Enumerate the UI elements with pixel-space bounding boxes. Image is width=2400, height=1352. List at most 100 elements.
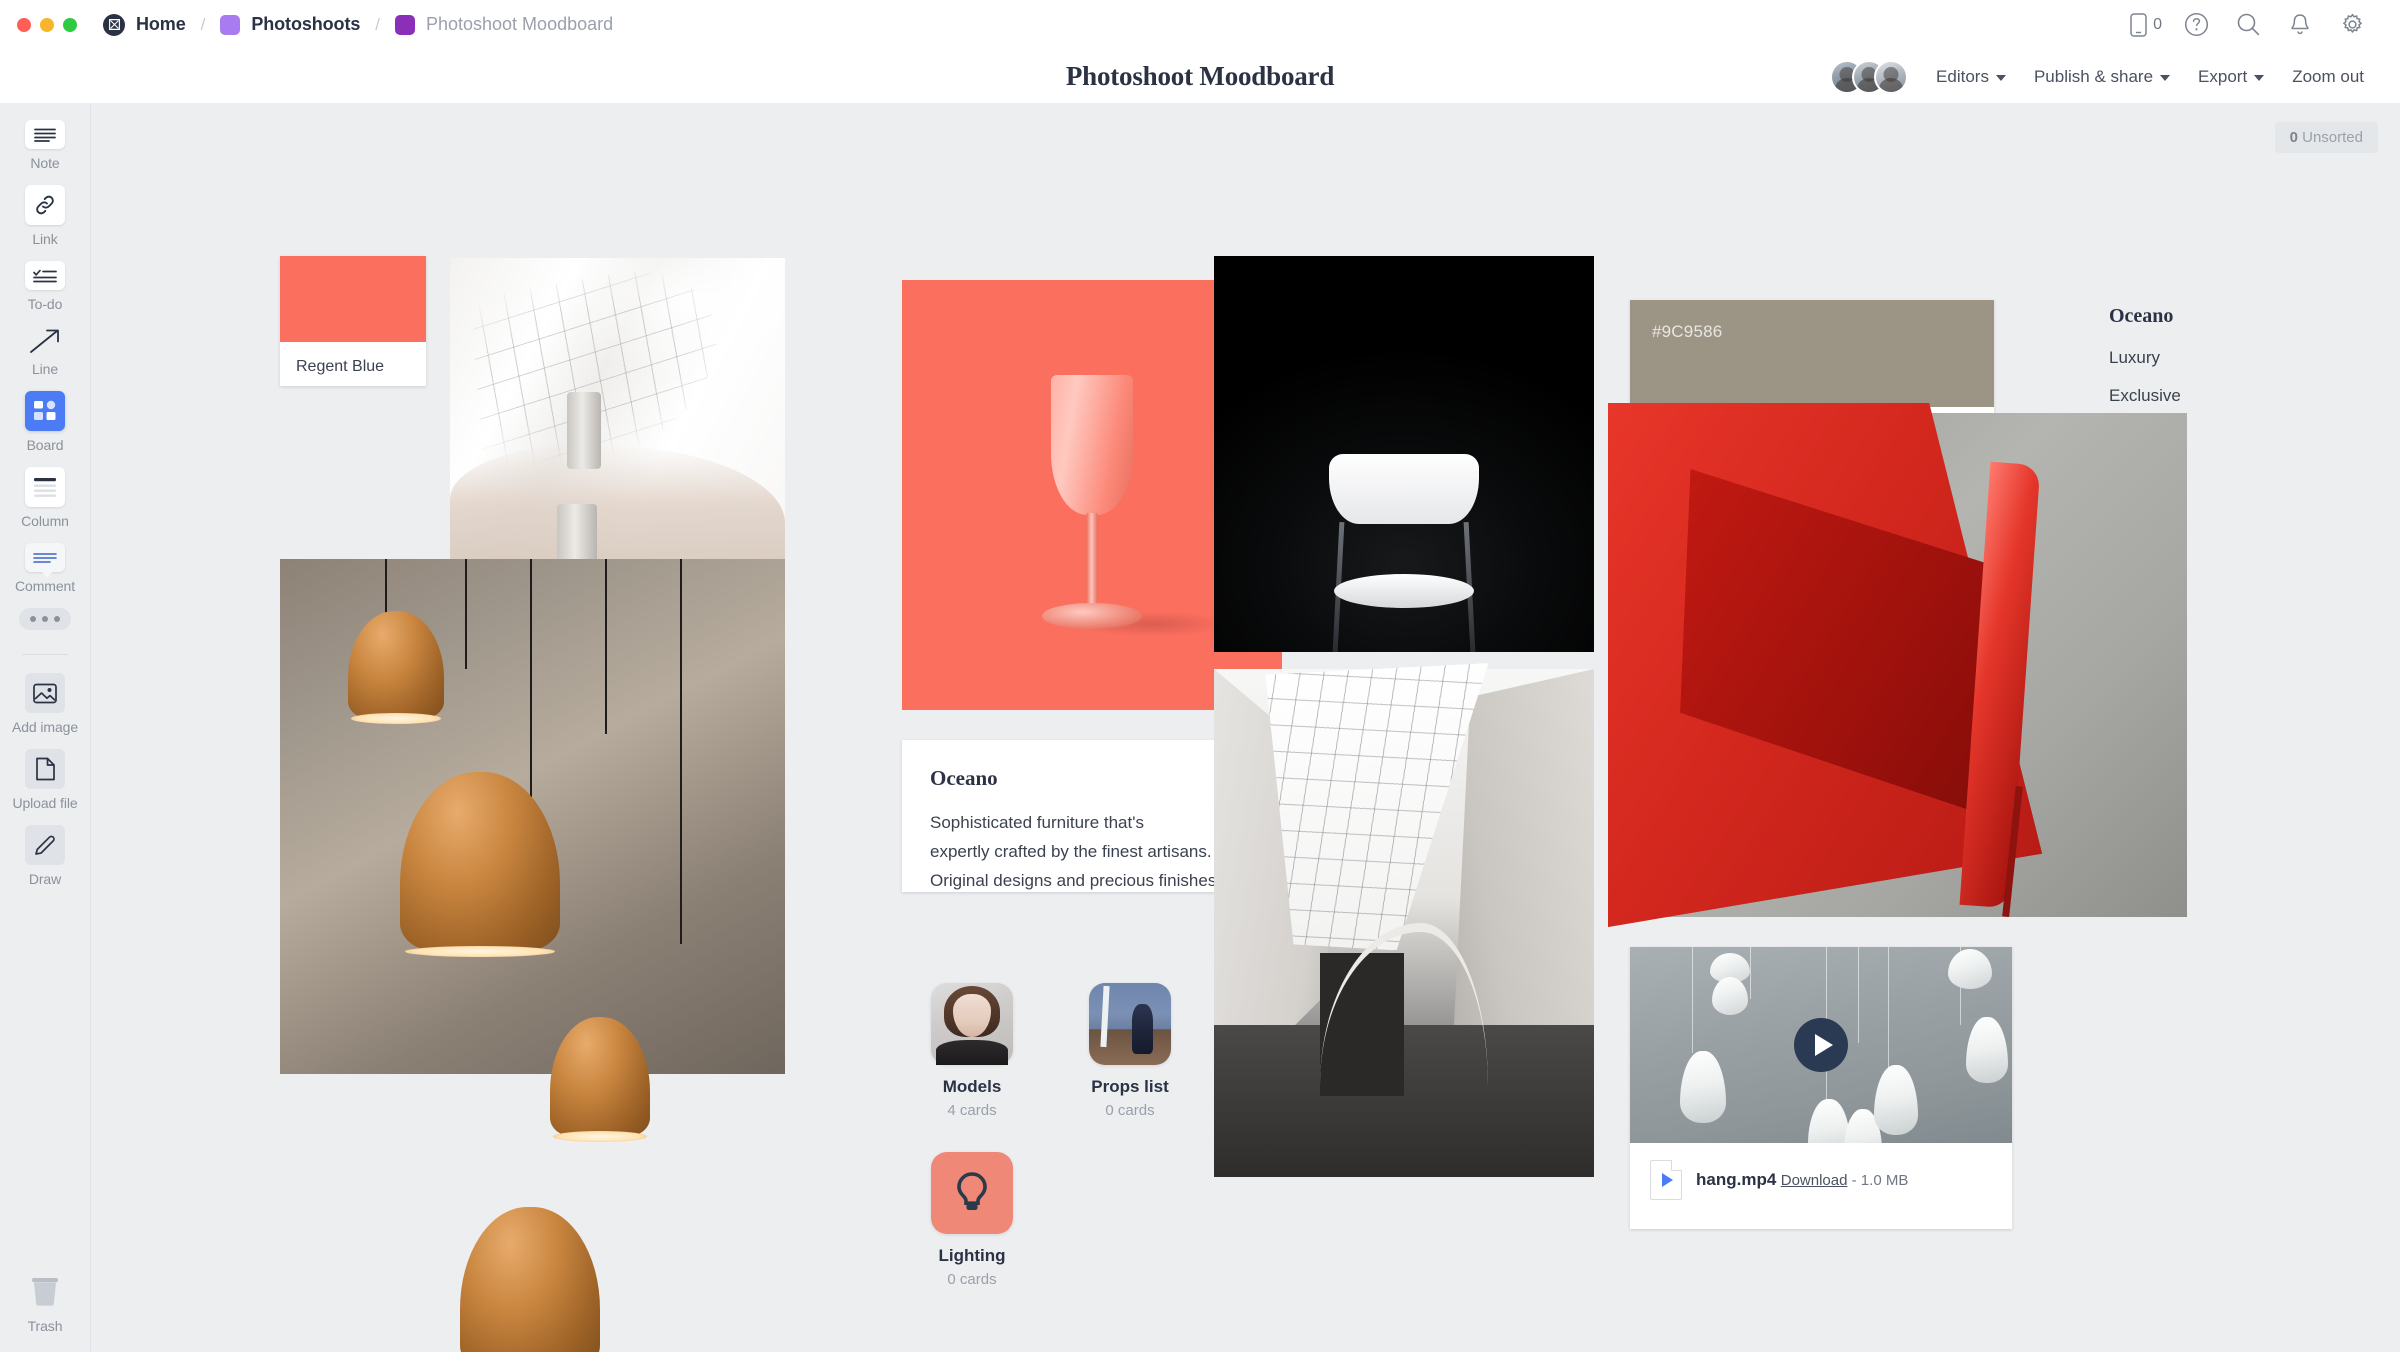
board-toolbar-actions: Editors Publish & share Export Zoom out <box>1830 59 2400 94</box>
search-icon[interactable] <box>2222 0 2274 50</box>
note-card-line-2: expertly crafted by the finest artisans. <box>930 842 1212 862</box>
editor-avatars[interactable] <box>1830 59 1909 94</box>
props-board-thumbnail <box>1089 983 1171 1065</box>
hanging-drops-video-thumb[interactable] <box>1630 947 2012 1143</box>
board-card-lighting[interactable]: Lighting 0 cards <box>912 1152 1032 1288</box>
app-logo-icon <box>103 13 125 36</box>
zoom-out-button[interactable]: Zoom out <box>2278 61 2378 93</box>
editors-menu[interactable]: Editors <box>1922 61 2020 93</box>
sidebar-item-label: Board <box>26 437 64 453</box>
board-icon <box>25 391 65 431</box>
minimize-window-button[interactable] <box>40 17 54 32</box>
breadcrumb-separator-2: / <box>375 14 380 34</box>
board-canvas[interactable]: 0 Unsorted Regent Blue Oceano Sophistica… <box>92 103 2400 1352</box>
chevron-down-icon <box>2160 74 2171 81</box>
copper-pendant-lamps-photo[interactable] <box>280 559 785 1352</box>
breadcrumb-current: Photoshoot Moodboard <box>425 14 614 34</box>
avatar[interactable] <box>1874 59 1909 94</box>
sidebar-item-trash[interactable]: Trash <box>27 1273 63 1334</box>
color-swatch-label: Regent Blue <box>296 358 385 375</box>
video-file-card[interactable]: hang.mp4 Download - 1.0 MB <box>1630 947 2012 1229</box>
board-toolbar: Photoshoot Moodboard Editors Publish & s… <box>0 50 2400 103</box>
sidebar-item-label: Add image <box>11 719 79 735</box>
board-card-props-list[interactable]: Props list 0 cards <box>1070 983 1190 1119</box>
text-list-item: Exclusive <box>2109 386 2181 405</box>
sidebar-item-label: Trash <box>27 1318 63 1334</box>
breadcrumb-parent-color-swatch <box>220 14 241 35</box>
sidebar-item-column[interactable]: Column <box>0 467 91 529</box>
board-card-name: Lighting <box>938 1246 1006 1265</box>
sidebar-item-draw[interactable]: Draw <box>0 825 91 887</box>
text-list-title: Oceano <box>2109 305 2174 327</box>
trash-icon <box>27 1273 63 1312</box>
sidebar-item-link[interactable]: Link <box>0 185 91 247</box>
play-icon[interactable] <box>1794 1018 1848 1072</box>
sidebar-item-board[interactable]: Board <box>0 391 91 453</box>
note-icon <box>25 120 65 149</box>
sidebar-item-label: Link <box>32 231 58 247</box>
chevron-down-icon <box>1995 74 2006 81</box>
video-file-size: - 1.0 MB <box>1851 1172 1909 1189</box>
tool-sidebar: Note Link To-do Line Board Column Commen… <box>0 103 91 1352</box>
video-file-info: hang.mp4 Download - 1.0 MB <box>1630 1143 2012 1220</box>
download-link[interactable]: Download <box>1781 1172 1848 1189</box>
zoom-out-label: Zoom out <box>2292 66 2364 86</box>
sidebar-item-line[interactable]: Line <box>0 326 91 377</box>
export-menu[interactable]: Export <box>2184 61 2278 93</box>
sidebar-item-label: Draw <box>28 871 62 887</box>
help-circle-icon[interactable] <box>2170 0 2222 50</box>
video-file-icon <box>1650 1160 1682 1200</box>
white-chair-on-black-photo[interactable] <box>1214 256 1594 653</box>
sidebar-item-label: Upload file <box>12 795 78 811</box>
board-card-models[interactable]: Models 4 cards <box>912 983 1032 1119</box>
line-arrow-icon <box>25 326 65 355</box>
board-card-name: Models <box>942 1077 1002 1096</box>
topbar-actions: 0 <box>2112 0 2400 50</box>
red-chair-photo[interactable] <box>1607 402 2187 928</box>
column-icon <box>25 467 65 507</box>
color-swatch-fill: #9C9586 <box>1630 300 1994 407</box>
white-architecture-photo[interactable] <box>450 257 785 578</box>
video-file-name: hang.mp4 <box>1696 1170 1777 1189</box>
breadcrumb-separator-1: / <box>200 14 206 34</box>
board-card-name: Props list <box>1091 1077 1169 1096</box>
breadcrumb: Home / Photoshoots / Photoshoot Moodboar… <box>77 13 614 36</box>
close-window-button[interactable] <box>17 17 31 32</box>
note-card-title: Oceano <box>930 766 998 790</box>
board-card-count: 0 cards <box>947 1271 997 1288</box>
color-swatch-hex: #9C9586 <box>1652 322 1723 341</box>
zoom-window-button[interactable] <box>63 17 77 32</box>
sidebar-item-label: To-do <box>27 296 63 312</box>
sidebar-item-add-image[interactable]: Add image <box>0 673 91 735</box>
sidebar-item-comment[interactable]: Comment <box>0 543 91 594</box>
sidebar-item-label: Column <box>21 513 69 529</box>
editors-label: Editors <box>1936 66 1989 86</box>
color-swatch-card-regent-blue[interactable]: Regent Blue <box>280 256 426 386</box>
board-card-count: 0 cards <box>1105 1102 1155 1119</box>
breadcrumb-current-color-swatch <box>394 14 415 35</box>
sidebar-item-label: Note <box>30 155 60 171</box>
sidebar-item-note[interactable]: Note <box>0 120 91 171</box>
concrete-corridor-photo[interactable] <box>1214 669 1594 1177</box>
sidebar-item-label: Comment <box>15 578 75 594</box>
text-list-item: Luxury <box>2109 348 2161 367</box>
unsorted-badge[interactable]: 0 Unsorted <box>2274 122 2378 153</box>
pencil-icon <box>25 825 65 865</box>
models-board-thumbnail <box>931 983 1013 1065</box>
sidebar-item-upload-file[interactable]: Upload file <box>0 749 91 811</box>
note-card-line-1: Sophisticated furniture that's <box>930 813 1144 832</box>
breadcrumb-home[interactable]: Home <box>136 14 186 35</box>
ellipsis-icon <box>19 608 71 630</box>
breadcrumb-photoshoots[interactable]: Photoshoots <box>251 14 360 35</box>
bell-icon[interactable] <box>2274 0 2326 50</box>
file-icon <box>25 749 65 789</box>
sidebar-more-button[interactable] <box>0 608 91 630</box>
todo-icon <box>25 261 65 290</box>
mobile-device-count: 0 <box>2153 15 2162 33</box>
sidebar-item-todo[interactable]: To-do <box>0 261 91 312</box>
publish-share-menu[interactable]: Publish & share <box>2020 61 2184 93</box>
note-card-line-3: Original designs and precious finishes. <box>930 871 1222 891</box>
title-bar: Home / Photoshoots / Photoshoot Moodboar… <box>0 0 2400 50</box>
gear-icon[interactable] <box>2326 0 2378 50</box>
app-window: Home / Photoshoots / Photoshoot Moodboar… <box>0 0 2400 1352</box>
